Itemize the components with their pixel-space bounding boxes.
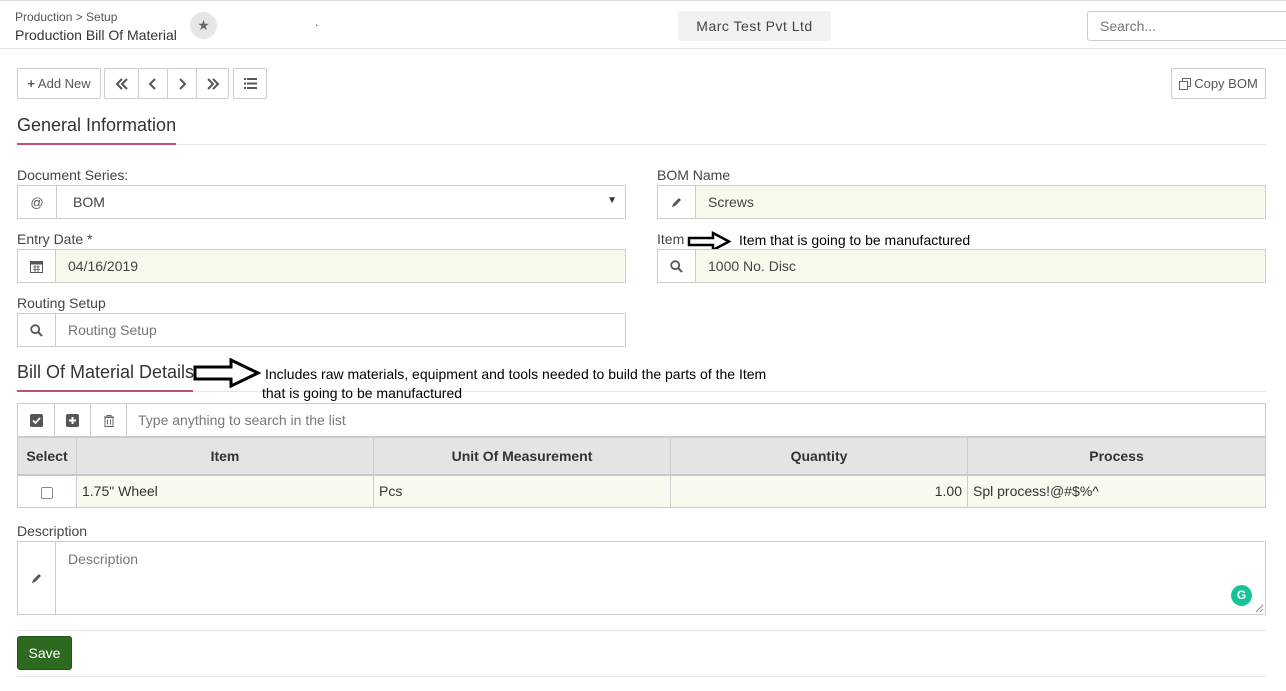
pencil-icon	[18, 542, 56, 614]
plus-icon: +	[27, 76, 35, 91]
bom-name-value[interactable]: Screws	[696, 186, 1265, 218]
document-series-label: Document Series:	[17, 167, 129, 183]
grid-toolbar: Type anything to search in the list	[17, 403, 1266, 437]
chevron-right-icon	[179, 77, 187, 90]
row-uom-cell[interactable]: Pcs	[373, 474, 671, 508]
column-header-select[interactable]: Select	[17, 437, 77, 476]
footer-divider	[17, 630, 1266, 631]
at-sign-icon: @	[18, 186, 57, 218]
general-accent-underline	[17, 143, 176, 145]
copy-icon	[1179, 77, 1192, 90]
document-series-value: BOM	[73, 194, 105, 210]
general-divider	[17, 144, 1266, 145]
bottom-divider	[17, 676, 1266, 677]
list-view-button[interactable]	[233, 68, 267, 99]
double-chevron-left-icon	[115, 77, 128, 90]
row-select-checkbox[interactable]	[41, 486, 53, 499]
routing-setup-placeholder[interactable]: Routing Setup	[56, 314, 625, 346]
document-series-select[interactable]: @ BOM ▼	[17, 185, 626, 219]
top-bar: Production > Setup Production Bill Of Ma…	[0, 0, 1286, 49]
item-annotation: Item that is going to be manufactured	[739, 232, 971, 248]
description-textarea[interactable]: Description	[17, 541, 1266, 615]
add-new-label: Add New	[37, 76, 91, 91]
general-information-heading: General Information	[17, 115, 177, 135]
entry-date-value[interactable]: 04/16/2019	[56, 250, 625, 282]
pencil-icon	[658, 186, 696, 218]
grid-search-input[interactable]: Type anything to search in the list	[127, 404, 1265, 436]
row-item-cell[interactable]: 1.75" Wheel	[76, 474, 374, 508]
row-quantity-cell[interactable]: 1.00	[670, 474, 968, 508]
column-header-item[interactable]: Item	[76, 437, 374, 476]
search-icon[interactable]	[658, 250, 696, 282]
column-header-uom[interactable]: Unit Of Measurement	[373, 437, 671, 476]
entry-date-label: Entry Date *	[17, 231, 93, 247]
routing-setup-field[interactable]: Routing Setup	[17, 313, 626, 347]
add-row-icon[interactable]	[55, 404, 91, 436]
bom-name-label: BOM Name	[657, 167, 731, 183]
column-header-process[interactable]: Process	[967, 437, 1266, 476]
add-new-button[interactable]: + Add New	[17, 68, 101, 99]
bom-details-heading: Bill Of Material Details	[17, 362, 195, 382]
routing-setup-label: Routing Setup	[17, 295, 106, 311]
copy-bom-button[interactable]: Copy BOM	[1171, 68, 1266, 99]
select-all-checkbox-icon[interactable]	[18, 404, 55, 436]
trash-icon[interactable]	[91, 404, 127, 436]
bom-details-annotation-line2: that is going to be manufactured	[262, 385, 463, 401]
description-label: Description	[17, 523, 88, 539]
grammarly-icon[interactable]: G	[1231, 585, 1252, 606]
description-placeholder[interactable]: Description	[56, 542, 1265, 614]
company-name[interactable]: Marc Test Pvt Ltd	[678, 11, 831, 41]
item-field[interactable]: 1000 No. Disc	[657, 249, 1266, 283]
item-value[interactable]: 1000 No. Disc	[696, 250, 1265, 282]
first-record-button[interactable]	[104, 68, 139, 99]
global-search-input[interactable]	[1087, 11, 1286, 41]
bom-details-annotation-line1: Includes raw materials, equipment and to…	[265, 366, 767, 382]
page-title: Production Bill Of Material	[15, 27, 177, 43]
double-chevron-right-icon	[206, 77, 219, 90]
table-row[interactable]: 1.75" Wheel Pcs 1.00 Spl process!@#$%^	[17, 474, 1266, 508]
search-icon[interactable]	[18, 314, 56, 346]
row-select-cell[interactable]	[17, 474, 77, 508]
dropdown-caret-icon[interactable]: ▼	[607, 195, 617, 206]
arrow-right-annotation-icon	[193, 358, 261, 388]
list-icon	[243, 78, 257, 89]
previous-record-button[interactable]	[138, 68, 168, 99]
save-button[interactable]: Save	[17, 636, 72, 670]
resize-handle-icon[interactable]	[1255, 604, 1264, 613]
copy-bom-label: Copy BOM	[1194, 76, 1258, 91]
last-record-button[interactable]	[196, 68, 229, 99]
row-process-cell[interactable]: Spl process!@#$%^	[967, 474, 1266, 508]
details-accent-underline	[17, 390, 193, 392]
calendar-icon[interactable]	[18, 250, 56, 282]
bom-name-field[interactable]: Screws	[657, 185, 1266, 219]
bom-details-table: Select Item Unit Of Measurement Quantity…	[17, 437, 1266, 508]
column-header-quantity[interactable]: Quantity	[670, 437, 968, 476]
details-divider	[17, 391, 1266, 392]
item-label: Item	[657, 231, 685, 247]
favorite-star-icon[interactable]: ★	[190, 12, 217, 39]
entry-date-field[interactable]: 04/16/2019	[17, 249, 626, 283]
breadcrumb[interactable]: Production > Setup	[15, 10, 117, 24]
chevron-left-icon	[148, 77, 156, 90]
next-record-button[interactable]	[167, 68, 197, 99]
stray-dot: .	[315, 15, 319, 29]
